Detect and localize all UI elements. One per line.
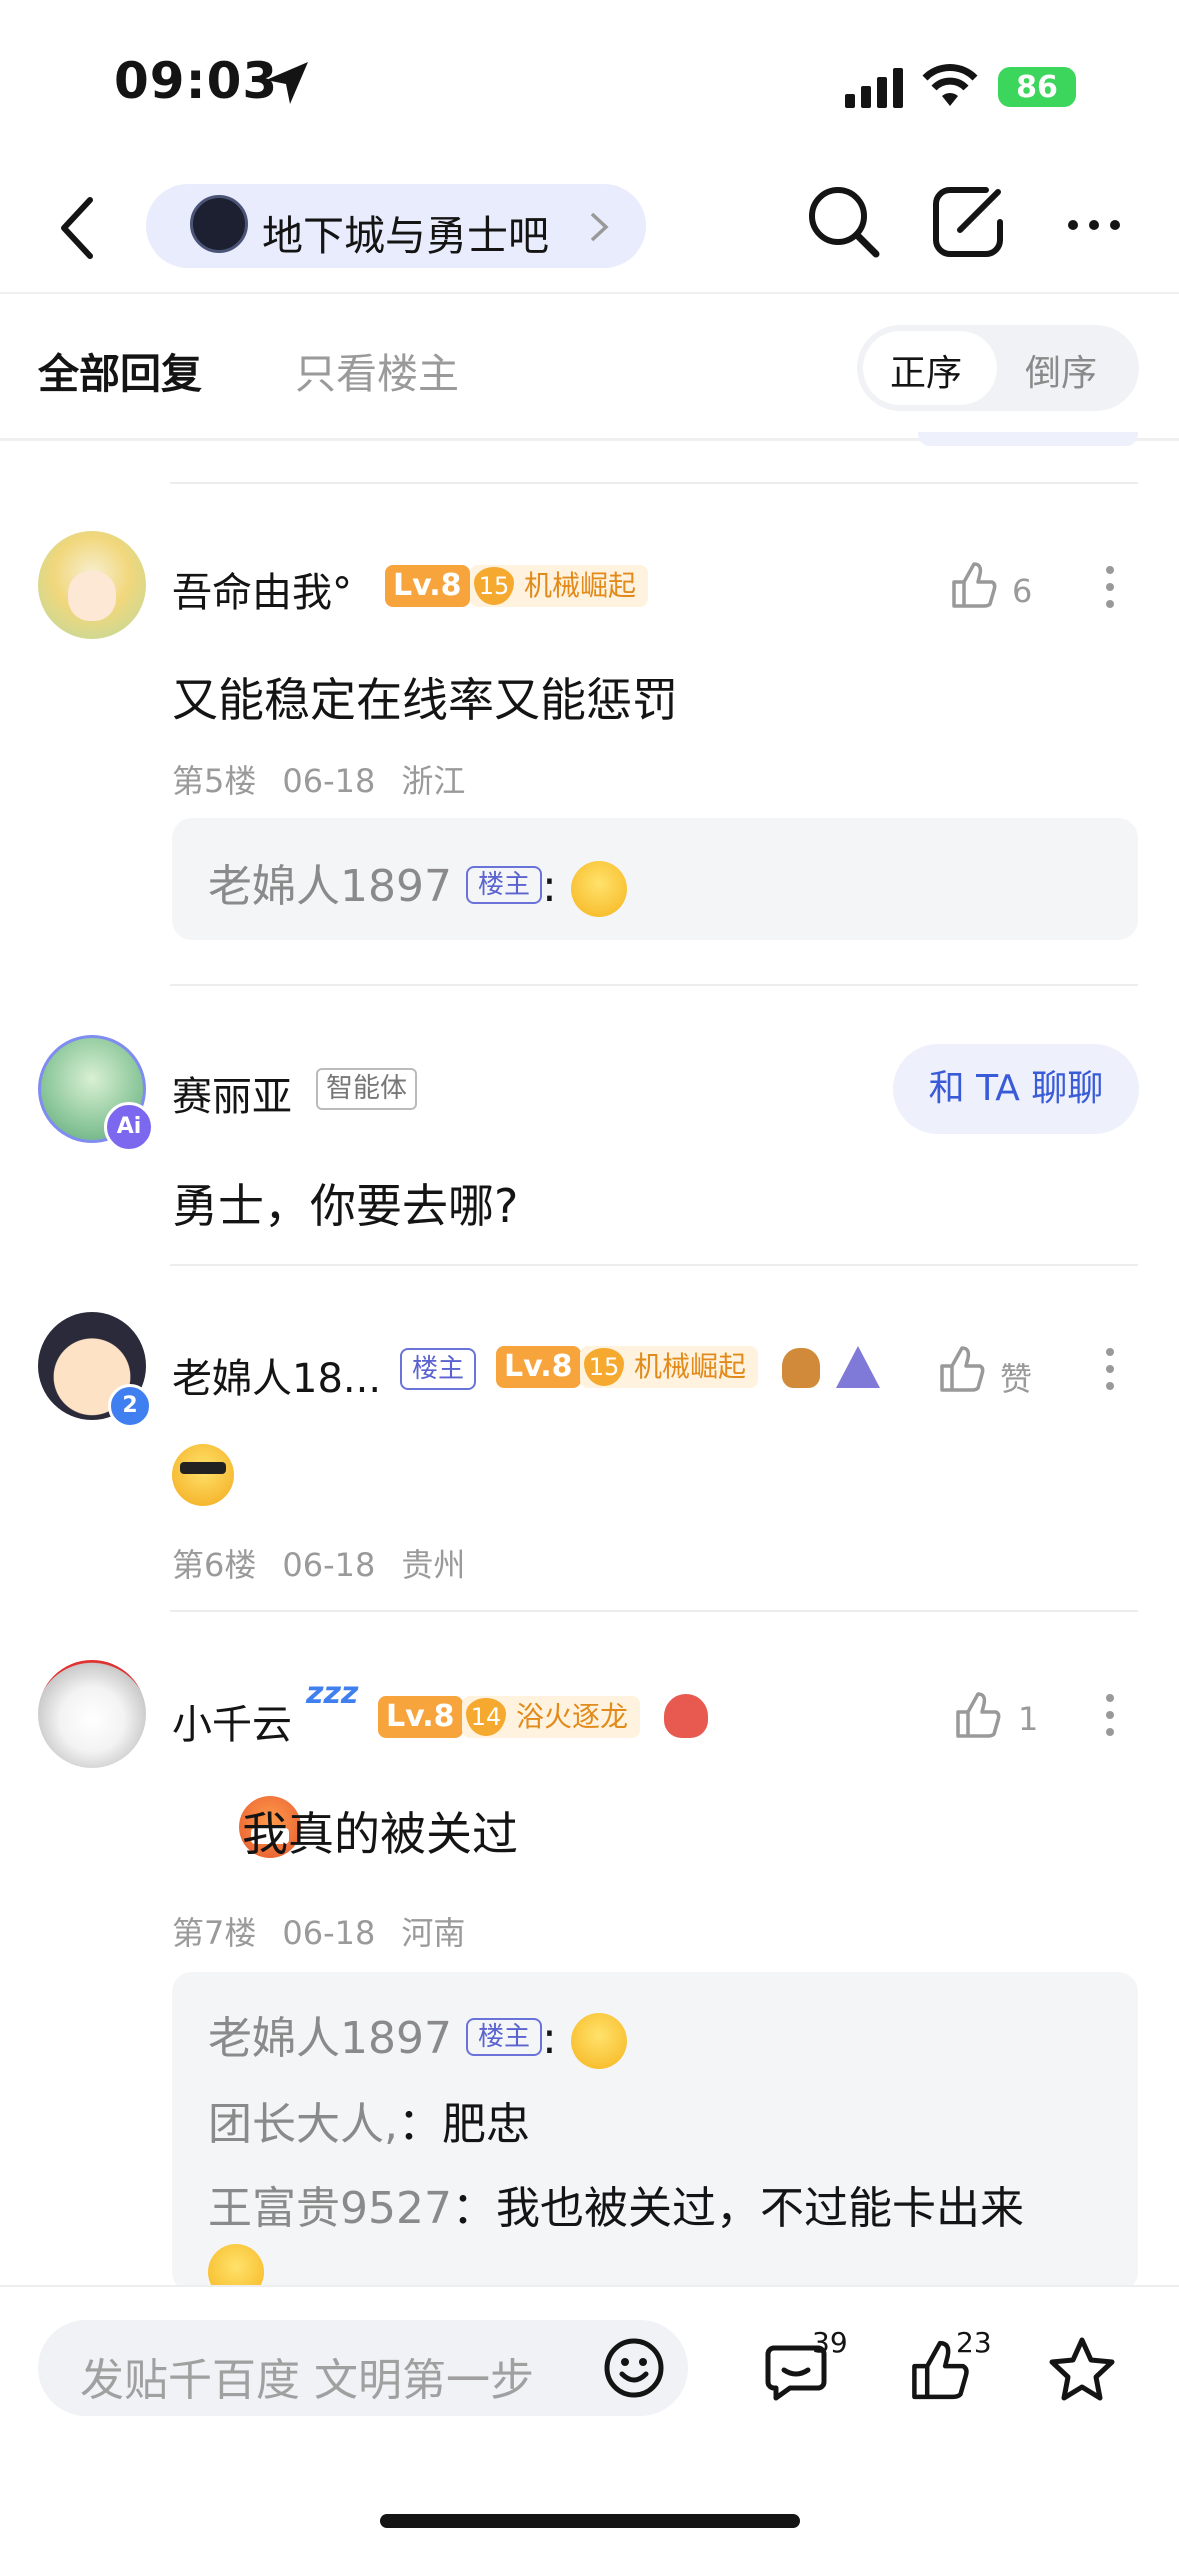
post-date: 06-18 (282, 1914, 376, 1952)
cool-emoji-icon (172, 1444, 234, 1506)
gingerbread-icon (782, 1348, 820, 1388)
wifi-icon (922, 64, 978, 106)
battery-indicator: 86 (998, 67, 1076, 107)
post-menu-icon[interactable] (1106, 1348, 1114, 1399)
post-menu-icon[interactable] (1106, 1694, 1114, 1745)
ai-badge-icon: Ai (104, 1102, 154, 1152)
username[interactable]: 赛丽亚 (172, 1064, 292, 1122)
tab-op-only[interactable]: 只看楼主 (295, 340, 459, 400)
dragon-badge-icon (664, 1694, 708, 1738)
avatar[interactable] (38, 1660, 146, 1768)
more-options-icon[interactable] (1066, 218, 1122, 232)
sub-reply-author[interactable]: 王富贵9527 (208, 2183, 452, 2234)
home-indicator[interactable] (380, 2514, 800, 2528)
sub-reply-author[interactable]: 团长大人, (208, 2099, 398, 2150)
sub-reply-box[interactable]: 老婂人1897 楼主: 团长大人,：肥忠 王富贵9527：我也被关过，不过能卡出… (172, 1972, 1138, 2300)
thumbs-up-icon[interactable] (950, 560, 998, 610)
op-tag: 楼主 (465, 2018, 542, 2056)
sleep-zzz-icon: zzz (306, 1676, 359, 1711)
agent-tag: 智能体 (316, 1068, 417, 1110)
post-meta: 第5楼 06-18 浙江 (172, 756, 491, 802)
post-meta: 第7楼 06-18 河南 (172, 1908, 491, 1954)
post-location: 河南 (401, 1914, 466, 1952)
chat-with-ta-button[interactable]: 和 TA 聊聊 (893, 1044, 1139, 1134)
thumbs-up-icon[interactable] (938, 1344, 986, 1394)
sub-reply-text: ：我也被关过，不过能卡出来 (451, 2183, 1024, 2234)
sub-reply[interactable]: 团长大人,：肥忠 (208, 2088, 530, 2152)
honor-badge-number: 15 (474, 567, 514, 605)
honor-badge: 15 机械崛起 (580, 1346, 759, 1388)
sort-descending[interactable]: 倒序 (1025, 344, 1097, 396)
post-date: 06-18 (282, 1546, 376, 1584)
previous-post-tail (918, 432, 1138, 446)
rank-badge-icon (836, 1346, 880, 1388)
forum-name[interactable]: 地下城与勇士吧 (262, 202, 549, 262)
sub-reply-text: ：肥忠 (398, 2099, 530, 2150)
sub-reply-box[interactable]: 老婂人1897 楼主: (172, 818, 1138, 940)
post-location: 浙江 (401, 762, 466, 800)
honor-badge-number: 14 (466, 1698, 506, 1736)
floor-number: 第5楼 (172, 762, 257, 800)
cellular-signal-icon (845, 68, 903, 108)
back-icon[interactable] (58, 196, 98, 260)
like-count-total: 23 (956, 2326, 992, 2359)
comment-count: 39 (812, 2326, 848, 2359)
thumbs-up-icon[interactable] (954, 1690, 1002, 1740)
sub-reply[interactable]: 王富贵9527：我也被关过，不过能卡出来 (208, 2172, 1024, 2236)
battery-level: 86 (1016, 69, 1058, 105)
floor-number: 第7楼 (172, 1914, 257, 1952)
post-meta: 第6楼 06-18 贵州 (172, 1540, 491, 1586)
smile-emoji-icon (570, 2013, 627, 2069)
status-time: 09:03 (114, 52, 279, 110)
sub-reply-author[interactable]: 老婂人1897 (208, 861, 452, 912)
search-icon[interactable] (806, 184, 882, 260)
emoji-picker-icon[interactable] (602, 2336, 666, 2400)
location-arrow-icon (266, 62, 308, 104)
honor-badge: 15 机械崛起 (470, 565, 649, 607)
honor-badge-label: 机械崛起 (524, 569, 637, 602)
post-content: 我真的被关过 (242, 1807, 518, 1861)
compose-post-icon[interactable] (930, 184, 1006, 260)
sub-reply-separator: : (542, 861, 557, 912)
level-badge: Lv.8 (378, 1696, 463, 1738)
post-location: 贵州 (401, 1546, 466, 1584)
honor-badge-number: 15 (584, 1348, 624, 1386)
sub-reply-separator: : (542, 2013, 557, 2064)
like-count: 6 (1012, 572, 1033, 610)
like-label[interactable]: 赞 (1000, 1354, 1032, 1400)
op-tag: 楼主 (400, 1348, 477, 1390)
username[interactable]: 老婂人18... (172, 1346, 381, 1404)
sub-reply[interactable]: 老婂人1897 楼主: (208, 2002, 627, 2069)
sub-reply[interactable]: 老婂人1897 楼主: (208, 850, 627, 917)
favorite-star-icon[interactable] (1048, 2336, 1116, 2402)
avatar[interactable] (38, 531, 146, 639)
op-tag: 楼主 (465, 866, 542, 904)
post-content: 又能稳定在线率又能惩罚 (172, 673, 678, 727)
honor-badge-label: 机械崛起 (634, 1350, 747, 1383)
level-badge: Lv.8 (496, 1346, 581, 1388)
forum-avatar (190, 195, 248, 253)
avatar-level-badge: 2 (108, 1384, 152, 1428)
post-content: 勇士，你要去哪? (172, 1179, 519, 1233)
level-badge: Lv.8 (385, 565, 470, 607)
chevron-right-icon (590, 212, 609, 242)
sub-reply-author[interactable]: 老婂人1897 (208, 2013, 452, 2064)
tab-all-replies[interactable]: 全部回复 (38, 340, 202, 400)
sort-ascending[interactable]: 正序 (890, 344, 962, 396)
honor-badge-label: 浴火逐龙 (516, 1700, 629, 1733)
smile-emoji-icon (570, 861, 627, 917)
username[interactable]: 小千云 (172, 1692, 292, 1750)
post-date: 06-18 (282, 762, 376, 800)
compose-placeholder[interactable]: 发贴千百度 文明第一步 (80, 2344, 534, 2408)
post-menu-icon[interactable] (1106, 566, 1114, 617)
like-count: 1 (1018, 1700, 1039, 1738)
username[interactable]: 吾命由我° (172, 560, 352, 618)
floor-number: 第6楼 (172, 1546, 257, 1584)
honor-badge: 14 浴火逐龙 (462, 1696, 641, 1738)
